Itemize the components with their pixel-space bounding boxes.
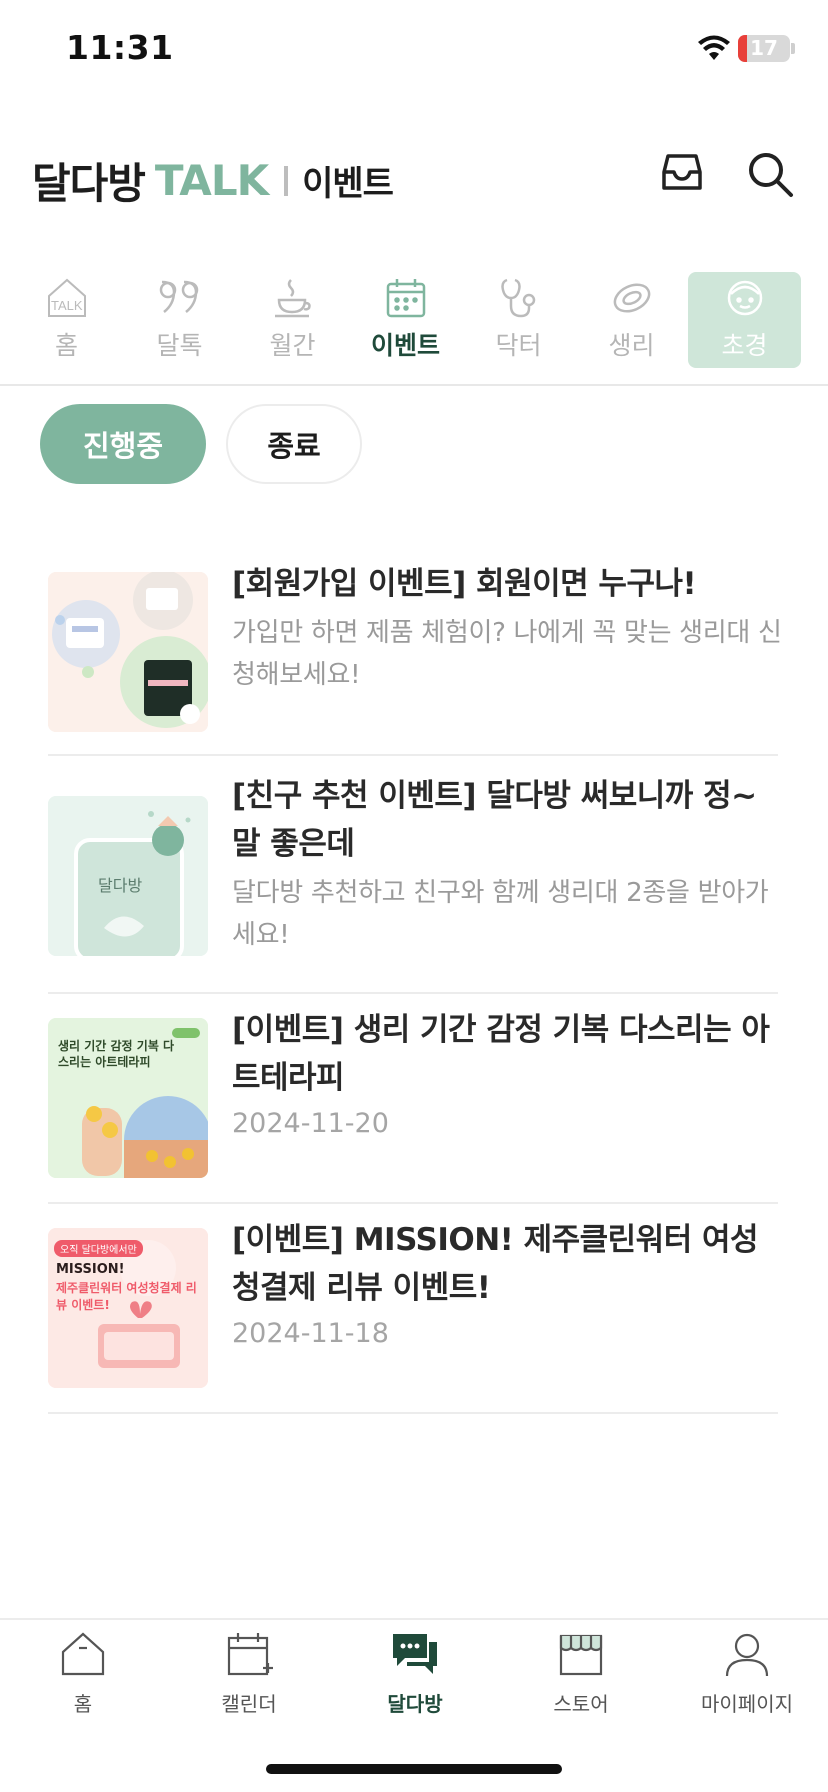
battery-indicator: 17 bbox=[738, 35, 790, 62]
filter-ended-chip[interactable]: 종료 bbox=[226, 404, 362, 484]
event-text: [이벤트] MISSION! 제주클린워터 여성청결제 리뷰 이벤트! 2024… bbox=[232, 1216, 782, 1349]
event-item[interactable]: 생리 기간 감정 기복 다스리는 아트테라피 [이벤트] 생리 기간 감정 기복… bbox=[48, 994, 778, 1204]
nav-calendar[interactable]: 캘린더 bbox=[166, 1628, 332, 1728]
tab-daltalk[interactable]: 달톡 bbox=[123, 272, 236, 368]
calendar-add-icon bbox=[227, 1633, 273, 1676]
event-text: [회원가입 이벤트] 회원이면 누구나! 가입만 하면 제품 체험이? 나에게 … bbox=[232, 560, 782, 696]
event-item[interactable]: 오직 달다방에서만 MISSION! 제주클린워터 여성청결제 리뷰 이벤트! … bbox=[48, 1204, 778, 1414]
event-date: 2024-11-18 bbox=[232, 1318, 389, 1349]
nav-mypage[interactable]: 마이페이지 bbox=[664, 1628, 828, 1728]
tab-monthly[interactable]: 월간 bbox=[236, 272, 349, 368]
quote-icon bbox=[159, 280, 198, 313]
nav-daldabang[interactable]: 달다방 bbox=[332, 1628, 498, 1728]
thumb-caption: 달다방 bbox=[98, 876, 143, 895]
tab-home[interactable]: TALK 홈 bbox=[10, 272, 123, 368]
chat-bubbles-icon bbox=[393, 1634, 437, 1674]
tabs-divider bbox=[0, 384, 828, 386]
event-item[interactable]: [회원가입 이벤트] 회원이면 누구나! 가입만 하면 제품 체험이? 나에게 … bbox=[48, 548, 782, 756]
tab-label: 달톡 bbox=[156, 331, 203, 360]
thumb-badge: 오직 달다방에서만 bbox=[54, 1240, 143, 1257]
tab-label: 닥터 bbox=[495, 331, 542, 360]
event-title: [친구 추천 이벤트] 달다방 써보니까 정~말 좋은데 bbox=[232, 778, 757, 862]
event-thumbnail: 오직 달다방에서만 MISSION! 제주클린워터 여성청결제 리뷰 이벤트! bbox=[48, 1228, 208, 1388]
calendar-event-icon bbox=[386, 279, 425, 318]
home-icon bbox=[61, 1632, 105, 1676]
page-title: 이벤트 bbox=[302, 164, 394, 204]
nav-home[interactable]: 홈 bbox=[0, 1628, 166, 1728]
event-title: [이벤트] MISSION! 제주클린워터 여성청결제 리뷰 이벤트! bbox=[232, 1222, 759, 1306]
thumb-caption: 생리 기간 감정 기복 다스리는 아트테라피 bbox=[58, 1039, 175, 1069]
tab-label: 이벤트 bbox=[370, 331, 440, 360]
thumb-caption-secondary: 제주클린워터 여성청결제 리뷰 이벤트! bbox=[56, 1281, 197, 1312]
event-thumbnail: 달다방 bbox=[48, 796, 208, 956]
tab-label: 월간 bbox=[269, 331, 316, 360]
brand-accent: TALK bbox=[154, 156, 269, 205]
event-description: 가입만 하면 제품 체험이? 나에게 꼭 맞는 생리대 신청해보세요! bbox=[232, 618, 782, 690]
tab-first-period[interactable]: 초경 bbox=[688, 272, 801, 368]
inbox-icon[interactable] bbox=[660, 150, 704, 194]
app-header: 달다방 TALK 이벤트 bbox=[0, 140, 828, 210]
status-bar: 11:31 17 bbox=[0, 0, 828, 100]
home-indicator bbox=[266, 1764, 562, 1774]
nav-store[interactable]: 스토어 bbox=[498, 1628, 664, 1728]
tab-period[interactable]: 생리 bbox=[575, 272, 688, 368]
store-icon bbox=[559, 1634, 603, 1676]
event-text: [친구 추천 이벤트] 달다방 써보니까 정~말 좋은데 달다방 추천하고 친구… bbox=[232, 772, 782, 956]
girl-face-icon bbox=[727, 280, 762, 316]
event-image bbox=[48, 572, 208, 732]
brand-title: 달다방 TALK 이벤트 bbox=[32, 150, 394, 211]
wifi-icon bbox=[698, 35, 730, 60]
filter-ongoing-chip[interactable]: 진행중 bbox=[40, 404, 206, 484]
nav-label: 마이페이지 bbox=[701, 1692, 793, 1716]
battery-tip bbox=[791, 43, 795, 54]
thumb-caption: MISSION! bbox=[56, 1262, 125, 1277]
tab-label: 홈 bbox=[54, 331, 78, 360]
tab-label: 초경 bbox=[721, 331, 768, 360]
tab-doctor[interactable]: 닥터 bbox=[462, 272, 575, 368]
event-thumbnail bbox=[48, 572, 208, 732]
nav-label: 캘린더 bbox=[221, 1692, 277, 1716]
search-icon[interactable] bbox=[746, 150, 794, 198]
nav-label: 달다방 bbox=[387, 1692, 443, 1716]
event-date: 2024-11-20 bbox=[232, 1108, 389, 1139]
talk-home-icon: TALK bbox=[47, 278, 86, 317]
event-title: [회원가입 이벤트] 회원이면 누구나! bbox=[232, 566, 697, 602]
event-item[interactable]: 달다방 [친구 추천 이벤트] 달다방 써보니까 정~말 좋은데 달다방 추천하… bbox=[48, 756, 778, 994]
person-icon bbox=[725, 1633, 769, 1677]
event-thumbnail: 생리 기간 감정 기복 다스리는 아트테라피 bbox=[48, 1018, 208, 1178]
svg-text:TALK: TALK bbox=[51, 298, 83, 313]
event-description: 달다방 추천하고 친구와 함께 생리대 2종을 받아가세요! bbox=[232, 878, 769, 950]
event-text: [이벤트] 생리 기간 감정 기복 다스리는 아트테라피 2024-11-20 bbox=[232, 1006, 782, 1139]
category-tabs: TALK 홈 달톡 월간 이벤트 닥터 생리 초경 bbox=[10, 272, 818, 368]
pad-icon bbox=[613, 283, 650, 313]
tab-event[interactable]: 이벤트 bbox=[349, 272, 462, 368]
battery-level: 17 bbox=[750, 36, 778, 60]
event-title: [이벤트] 생리 기간 감정 기복 다스리는 아트테라피 bbox=[232, 1012, 770, 1096]
brand-divider bbox=[284, 165, 289, 196]
status-time: 11:31 bbox=[66, 28, 174, 67]
coffee-cup-icon bbox=[274, 279, 311, 318]
nav-label: 스토어 bbox=[553, 1692, 609, 1716]
brand-main: 달다방 bbox=[32, 159, 146, 208]
event-list: [회원가입 이벤트] 회원이면 누구나! 가입만 하면 제품 체험이? 나에게 … bbox=[48, 548, 782, 1414]
nav-label: 홈 bbox=[73, 1692, 93, 1716]
tab-label: 생리 bbox=[608, 331, 655, 360]
stethoscope-icon bbox=[500, 278, 535, 318]
